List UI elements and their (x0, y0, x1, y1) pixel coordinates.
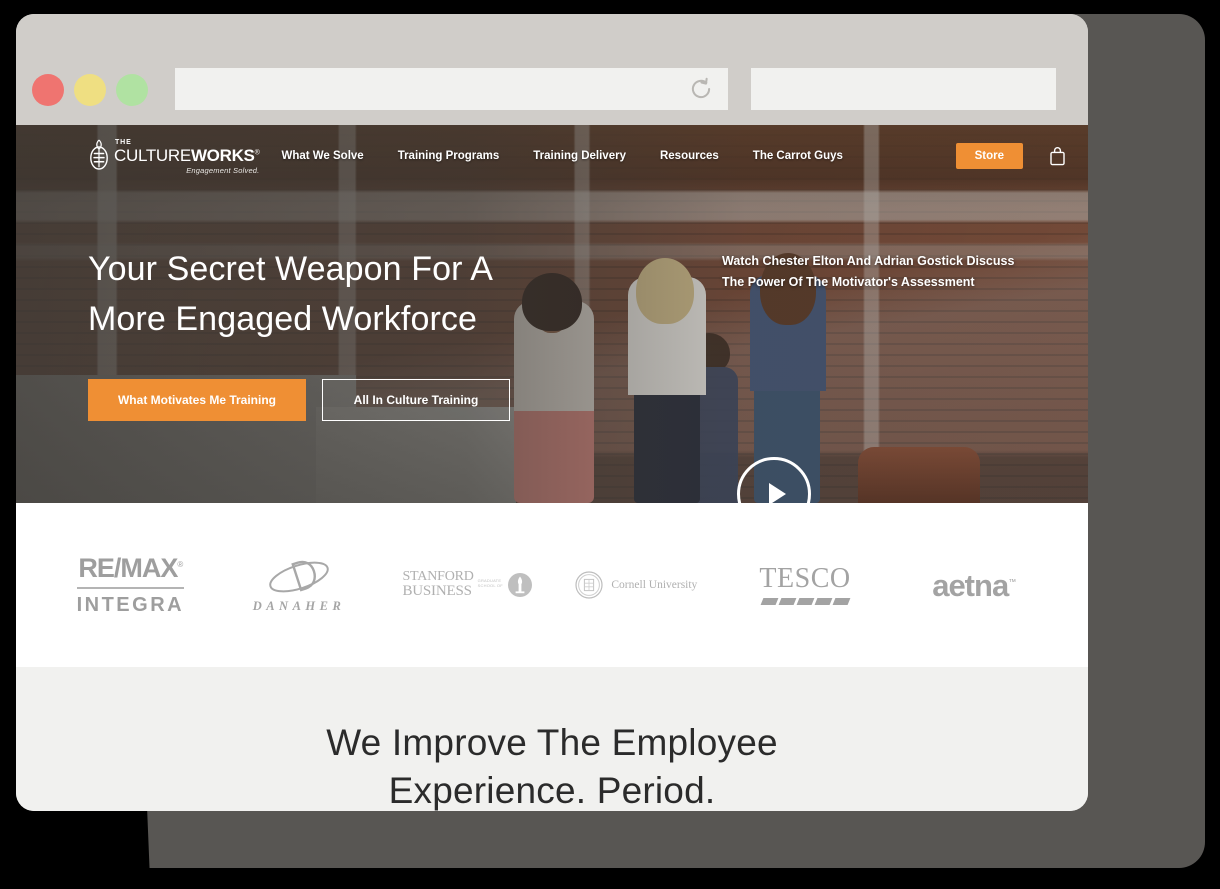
remax-registered-mark: ® (177, 560, 183, 569)
value-proposition-section: We Improve The Employee Experience. Peri… (16, 667, 1088, 811)
danaher-d-icon (269, 560, 329, 592)
what-motivates-me-training-button[interactable]: What Motivates Me Training (88, 378, 306, 421)
remax-divider (76, 587, 185, 589)
value-headline-line-2: Experience. Period. (388, 770, 716, 811)
video-promo-caption: Watch Chester Elton And Adrian Gostick D… (722, 251, 1014, 293)
remax-wordmark-text: RE/MAX (78, 553, 178, 583)
logo-name: CULTUREWORKS® (114, 145, 260, 165)
close-window-button[interactable] (32, 74, 64, 106)
nav-item-training-programs[interactable]: Training Programs (398, 150, 500, 162)
site-navigation-bar: THE CULTUREWORKS® Engagement Solved. Wha… (16, 125, 1088, 187)
browser-window: THE CULTUREWORKS® Engagement Solved. Wha… (16, 14, 1088, 811)
video-caption-line-2: The Power Of The Motivator's Assessment (722, 275, 975, 289)
aetna-wordmark: aetna™ (932, 567, 1016, 603)
logo-name-light: CULTURE (114, 145, 191, 165)
hero-copy: Your Secret Weapon For A More Engaged Wo… (88, 245, 510, 421)
tesco-wordmark: TESCO (759, 563, 851, 594)
browser-search-field[interactable] (751, 68, 1056, 110)
stanford-wordmark: STANFORD (402, 569, 474, 585)
aetna-trademark-mark: ™ (1008, 577, 1016, 587)
nav-item-what-we-solve[interactable]: What We Solve (281, 150, 363, 162)
window-traffic-lights (32, 74, 148, 106)
nav-links: What We Solve Training Programs Training… (281, 150, 955, 162)
browser-chrome-bar (16, 14, 1088, 125)
client-logo-strip: RE/MAX® INTEGRA DANAHER STANFORD BUSINES… (16, 503, 1088, 667)
store-button[interactable]: Store (955, 143, 1023, 169)
stanford-seal-icon (507, 573, 532, 597)
logo-danaher: DANAHER (215, 503, 384, 667)
logo-stanford-business: STANFORD BUSINESS GRADUATE SCHOOL OF (383, 503, 552, 667)
play-icon (768, 483, 786, 503)
address-bar[interactable] (175, 68, 728, 110)
culture-works-emblem-icon (90, 139, 108, 170)
aetna-wordmark-text: aetna (932, 567, 1009, 603)
all-in-culture-training-button[interactable]: All In Culture Training (322, 378, 510, 421)
shopping-bag-icon[interactable] (1049, 146, 1066, 166)
video-caption-line-1: Watch Chester Elton And Adrian Gostick D… (722, 254, 1015, 268)
value-proposition-headline: We Improve The Employee Experience. Peri… (326, 719, 778, 811)
logo-name-bold: WORKS (190, 145, 255, 165)
business-wordmark: BUSINESS (402, 583, 472, 600)
stanford-sub-2: SCHOOL OF (477, 583, 503, 588)
logo-aetna: aetna™ (889, 503, 1058, 667)
hero-headline-line-1: Your Secret Weapon For A (88, 250, 493, 288)
hero-headline-line-2: More Engaged Workforce (88, 299, 477, 338)
nav-item-the-carrot-guys[interactable]: The Carrot Guys (753, 150, 843, 162)
cornell-wordmark: Cornell University (611, 579, 698, 591)
hero-section: THE CULTUREWORKS® Engagement Solved. Wha… (16, 125, 1088, 503)
site-logo[interactable]: THE CULTUREWORKS® Engagement Solved. (88, 138, 260, 175)
tesco-stripes-icon (759, 598, 850, 605)
nav-item-resources[interactable]: Resources (660, 150, 719, 162)
nav-item-training-delivery[interactable]: Training Delivery (533, 150, 626, 162)
integra-wordmark: INTEGRA (76, 594, 185, 616)
logo-cornell-university: Cornell University (552, 503, 721, 667)
logo-remax-integra: RE/MAX® INTEGRA (46, 503, 215, 667)
zoom-window-button[interactable] (116, 74, 148, 106)
danaher-wordmark: DANAHER (252, 598, 346, 613)
cornell-seal-icon (575, 571, 603, 599)
logo-tagline: Engagement Solved. (186, 165, 260, 175)
reload-icon[interactable] (688, 76, 714, 102)
value-headline-line-1: We Improve The Employee (326, 722, 778, 763)
site-logo-wordmark: THE CULTUREWORKS® Engagement Solved. (114, 138, 260, 175)
minimize-window-button[interactable] (74, 74, 106, 106)
remax-wordmark: RE/MAX® (77, 555, 185, 582)
logo-tesco: TESCO (721, 503, 890, 667)
logo-eyebrow: THE (115, 138, 132, 146)
logo-registered-mark: ® (254, 148, 260, 156)
screenshot-stage: THE CULTUREWORKS® Engagement Solved. Wha… (0, 0, 1220, 889)
hero-cta-group: What Motivates Me Training All In Cultur… (88, 378, 510, 421)
